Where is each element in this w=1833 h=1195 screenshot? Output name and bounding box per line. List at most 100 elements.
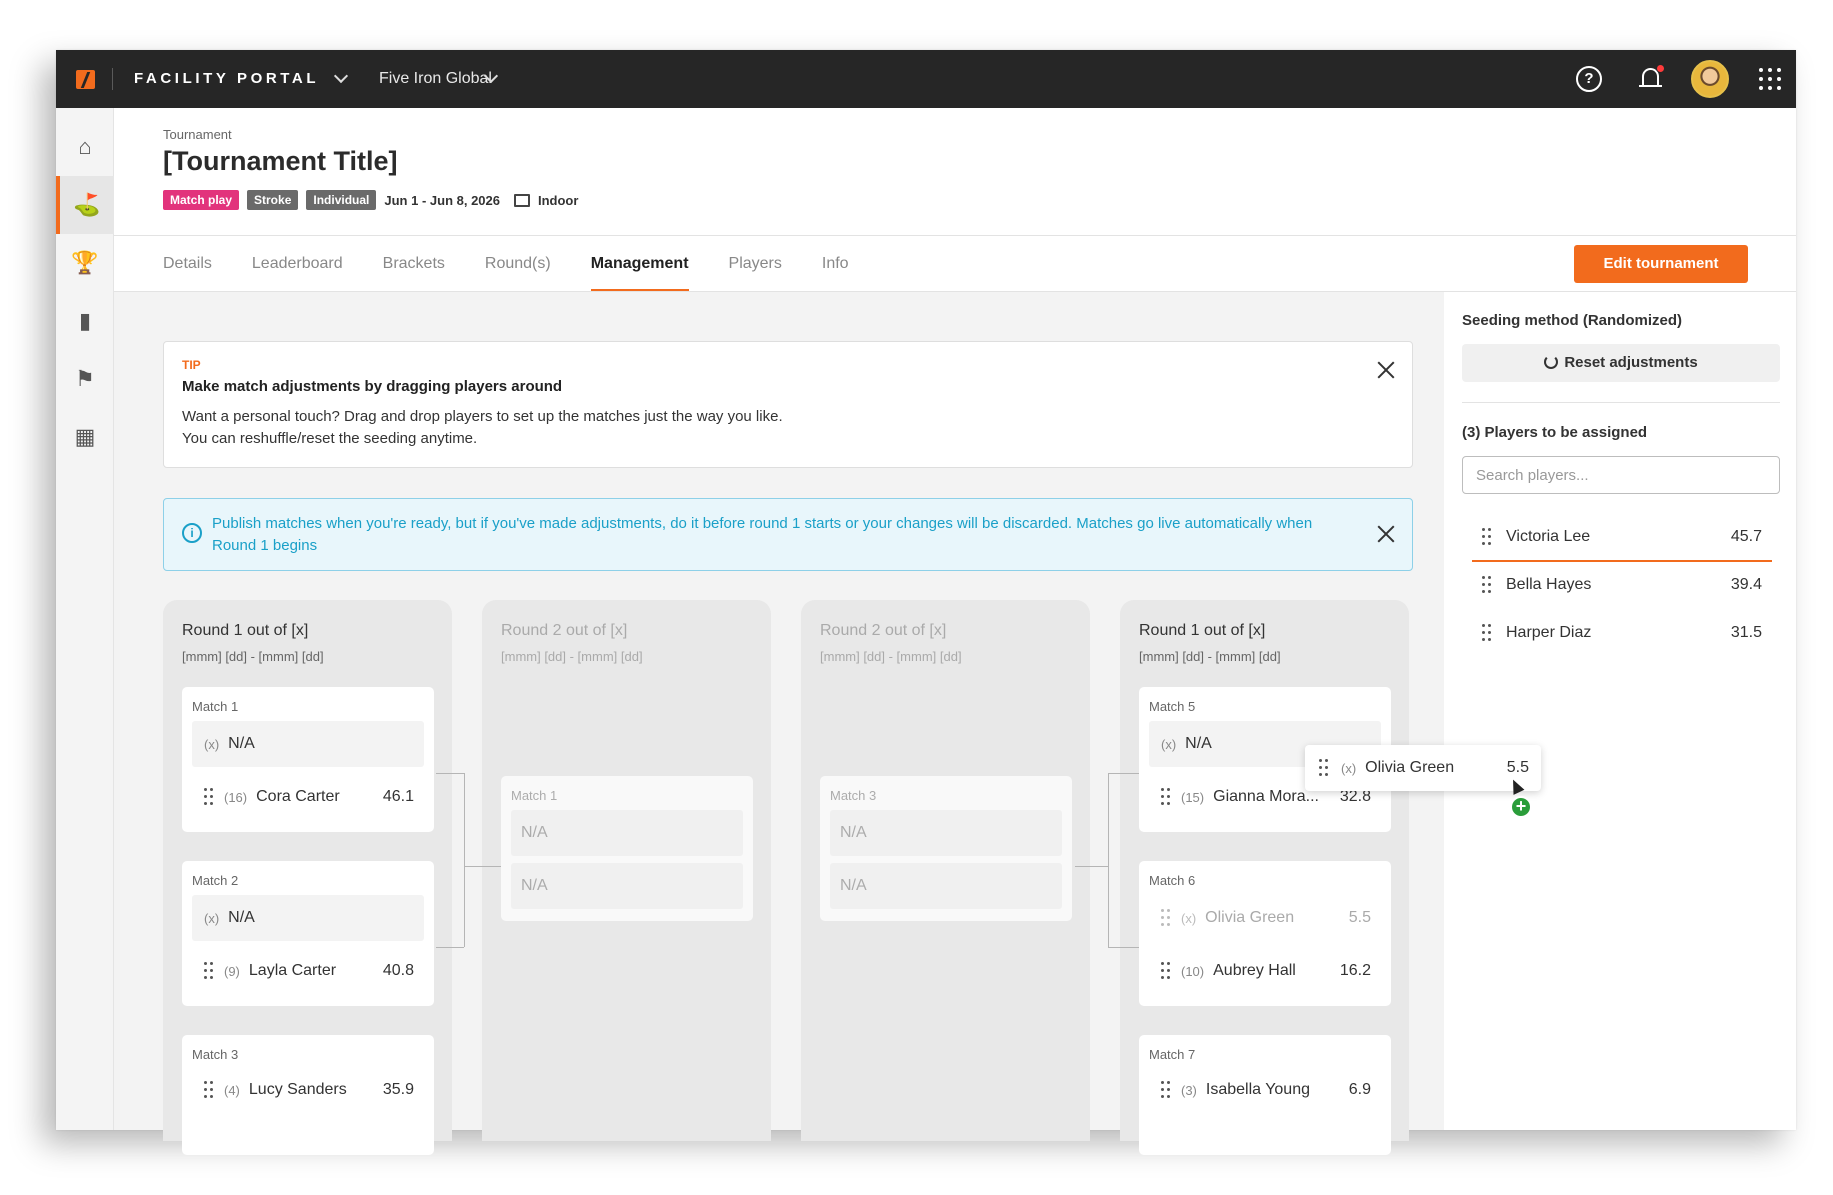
dragged-player-ghost[interactable]: (x) Olivia Green 5.5 [1305, 745, 1541, 791]
round-title: Round 2 out of [x] [820, 622, 947, 639]
drag-handle-icon[interactable] [204, 962, 214, 980]
match-label: Match 1 [192, 699, 239, 714]
match-slot-player[interactable]: (16) Cora Carter 46.1 [192, 774, 424, 820]
list-item[interactable]: Bella Hayes 39.4 [1472, 561, 1772, 609]
list-item[interactable]: Victoria Lee 45.7 [1472, 513, 1772, 561]
edit-tournament-button[interactable]: Edit tournament [1574, 245, 1748, 283]
info-icon: i [182, 523, 202, 543]
player-score: 45.7 [1730, 528, 1762, 545]
bracket-connector [436, 773, 464, 774]
player-name: Bella Hayes [1506, 576, 1592, 593]
reset-adjustments-button[interactable]: Reset adjustments [1462, 344, 1780, 382]
portal-name[interactable]: FACILITY PORTAL [134, 70, 319, 87]
bracket-column-round2-left: Round 2 out of [x] [mmm] [dd] - [mmm] [d… [482, 600, 771, 1141]
player-seed: (x) [204, 910, 220, 926]
player-name: N/A [521, 824, 548, 841]
bracket-connector [1108, 947, 1139, 948]
drag-handle-icon[interactable] [1482, 624, 1492, 642]
match-card: Match 3 N/A N/A [820, 776, 1072, 921]
tournament-location: Indoor [538, 192, 579, 208]
player-seed: (x) [1181, 910, 1197, 926]
list-item[interactable]: Harper Diaz 31.5 [1472, 609, 1772, 657]
facility-icon[interactable]: ⚑ [56, 350, 114, 408]
match-label: Match 6 [1149, 873, 1196, 888]
round-dates: [mmm] [dd] - [mmm] [dd] [182, 649, 324, 664]
page-title: [Tournament Title] [163, 146, 398, 176]
tab-leaderboard[interactable]: Leaderboard [252, 236, 343, 292]
player-name: N/A [840, 824, 867, 841]
drag-handle-icon[interactable] [204, 788, 214, 806]
panel-divider [1462, 402, 1780, 403]
drag-handle-icon[interactable] [1319, 759, 1329, 777]
home-icon[interactable]: ⌂ [56, 118, 114, 176]
portal-chevron-down-icon[interactable] [333, 68, 349, 84]
tournament-dates: Jun 1 - Jun 8, 2026 [384, 192, 500, 208]
player-name: Layla Carter [248, 962, 337, 979]
player-name: Olivia Green [1365, 759, 1455, 776]
round-title: Round 1 out of [x] [1139, 622, 1266, 639]
sidebar: ⌂ ⛳ 🏆 ▮ ⚑ ▦ [56, 108, 114, 1130]
tab-details[interactable]: Details [163, 236, 212, 292]
publish-info-text: Publish matches when you're ready, but i… [212, 515, 1313, 554]
player-score: 35.9 [382, 1081, 414, 1098]
reset-adjustments-label: Reset adjustments [1564, 354, 1698, 371]
player-seed: (9) [224, 963, 240, 979]
player-score: 40.8 [382, 962, 414, 979]
player-seed: (16) [224, 789, 248, 805]
player-name: N/A [840, 877, 867, 894]
bell-icon[interactable] [1636, 64, 1666, 94]
drag-handle-icon[interactable] [1161, 962, 1171, 980]
match-slot-player-dragging[interactable]: (x) Olivia Green 5.5 [1149, 895, 1381, 941]
match-slot-empty[interactable]: (x) N/A [192, 721, 424, 767]
player-name: N/A [228, 909, 255, 926]
help-icon[interactable]: ? [1576, 66, 1602, 92]
match-slot-empty[interactable]: N/A [511, 810, 743, 856]
info-close-icon[interactable] [1375, 523, 1397, 545]
drag-handle-icon[interactable] [1161, 909, 1171, 927]
player-name: Olivia Green [1205, 909, 1295, 926]
drag-handle-icon[interactable] [1161, 788, 1171, 806]
match-slot-empty[interactable]: N/A [830, 810, 1062, 856]
tag-stroke: Stroke [247, 190, 299, 210]
golf-icon[interactable]: ⛳ [56, 176, 114, 234]
bracket-connector [1108, 773, 1139, 774]
brand-logo-icon[interactable] [76, 70, 95, 89]
chart-icon[interactable]: ▮ [56, 292, 114, 350]
tip-close-icon[interactable] [1375, 359, 1397, 381]
round-dates: [mmm] [dd] - [mmm] [dd] [1139, 649, 1281, 664]
match-slot-empty[interactable]: (x) N/A [192, 895, 424, 941]
tab-players[interactable]: Players [729, 236, 782, 292]
drag-handle-icon[interactable] [204, 1081, 214, 1099]
bracket-column-round2-right: Round 2 out of [x] [mmm] [dd] - [mmm] [d… [801, 600, 1090, 1141]
apps-grid-icon[interactable] [1759, 68, 1781, 90]
bracket-connector [1108, 773, 1109, 947]
trophy-icon[interactable]: 🏆 [56, 234, 114, 292]
drag-handle-icon[interactable] [1482, 528, 1492, 546]
search-players-input[interactable] [1462, 456, 1780, 494]
match-slot-player[interactable]: (4) Lucy Sanders 35.9 [192, 1067, 424, 1113]
round-dates: [mmm] [dd] - [mmm] [dd] [501, 649, 643, 664]
match-slot-player[interactable]: (10) Aubrey Hall 16.2 [1149, 948, 1381, 994]
player-name: N/A [521, 877, 548, 894]
match-slot-empty[interactable]: N/A [511, 863, 743, 909]
tip-body: Want a personal touch? Drag and drop pla… [182, 406, 783, 450]
calendar-icon[interactable]: ▦ [56, 408, 114, 466]
match-slot-player[interactable]: (9) Layla Carter 40.8 [192, 948, 424, 994]
org-selector[interactable]: Five Iron Global [379, 70, 492, 88]
tab-management[interactable]: Management [590, 236, 689, 292]
match-slot-empty[interactable]: N/A [830, 863, 1062, 909]
player-name: Aubrey Hall [1213, 962, 1296, 979]
match-slot-player[interactable]: (3) Isabella Young 6.9 [1149, 1067, 1381, 1113]
tab-info[interactable]: Info [822, 236, 849, 292]
drag-handle-icon[interactable] [1482, 576, 1492, 594]
match-card: Match 3 (4) Lucy Sanders 35.9 [182, 1035, 434, 1155]
tab-rounds[interactable]: Round(s) [485, 236, 551, 292]
tab-brackets[interactable]: Brackets [383, 236, 445, 292]
avatar[interactable] [1691, 60, 1729, 98]
breadcrumb[interactable]: Tournament [163, 127, 232, 142]
match-card: Match 1 N/A N/A [501, 776, 753, 921]
drag-handle-icon[interactable] [1161, 1081, 1171, 1099]
match-card: Match 2 (x) N/A (9) Layla Carter 40.8 [182, 861, 434, 1006]
match-label: Match 1 [511, 788, 558, 803]
player-score: 5.5 [1348, 909, 1371, 926]
